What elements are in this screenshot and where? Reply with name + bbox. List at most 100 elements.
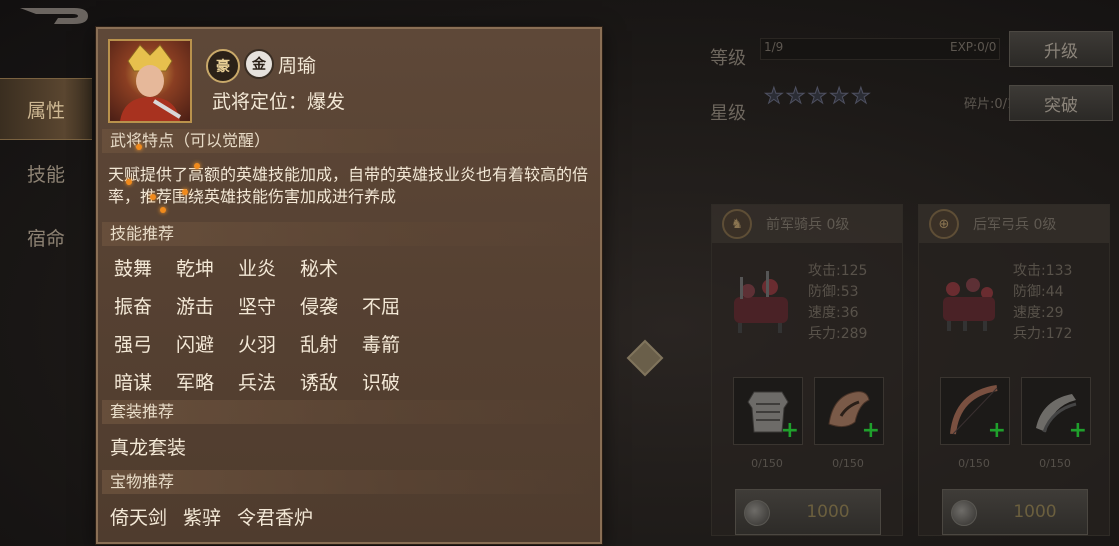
element-badge: 金 [244,49,274,79]
diamond-arrow-icon[interactable] [626,339,664,377]
unit-stats: 攻击:133 防御:44 速度:29 兵力:172 [1013,261,1072,345]
skills-row: 强弓 闪避 火羽 乱射 毒箭 [114,330,424,368]
rank-badge: 豪 [206,49,240,83]
set-header: 套装推荐 [102,400,596,424]
breakthrough-button-label: 突破 [1044,95,1078,116]
hero-info-popup: 豪 金 周瑜 武将定位：爆发 武将特点（可以觉醒） 天赋提供了高额的英雄技能加成… [96,27,602,544]
unit-header: ♞ 前军骑兵 0级 [712,205,902,243]
treasure-list: 倚天剑 紫骍 令君香炉 [110,503,313,530]
equip-count: 0/150 [751,457,783,470]
stat-attack: 攻击:133 [1013,263,1073,279]
stat-attack: 攻击:125 [808,263,868,279]
upgrade-button[interactable]: 升级 [1009,31,1113,67]
upgrade-button-label: 升级 [1044,41,1078,62]
skill-item[interactable]: 业炎 [238,254,300,292]
stat-speed: 速度:36 [808,305,859,321]
traits-header: 武将特点（可以觉醒） [102,129,596,153]
tab-label: 技能 [26,163,65,186]
skill-item[interactable]: 闪避 [176,330,238,368]
equip-count: 0/150 [958,457,990,470]
add-icon: + [987,418,1006,443]
skill-item[interactable]: 振奋 [114,292,176,330]
tab-label: 属性 [26,99,65,122]
star-icon: ★ [764,84,785,110]
skills-row: 振奋 游击 坚守 侵袭 不屈 [114,292,424,330]
skill-item[interactable]: 不屈 [362,292,424,330]
fire-spark-icon [194,163,200,169]
stat-defense: 防御:53 [808,284,859,300]
skill-item[interactable]: 乾坤 [176,254,238,292]
exp-text: EXP:0/0 [950,40,997,54]
train-cost-button[interactable]: 1000 [735,489,881,535]
archer-unit-image [933,267,1003,337]
treasure-header: 宝物推荐 [102,470,596,494]
hero-name: 周瑜 [278,55,317,77]
level-value: 1/9 [764,40,784,54]
star-icon: ★ [829,84,850,110]
horse-icon: ♞ [722,209,752,239]
skill-item[interactable]: 毒箭 [362,330,424,368]
traits-description: 天赋提供了高额的英雄技能加成，自带的英雄技业炎也有着较高的倍率，推荐围绕英雄技能… [108,165,589,206]
skills-grid: 鼓舞 乾坤 业炎 秘术 振奋 游击 坚守 侵袭 不屈 强弓 闪避 火羽 乱射 毒… [114,254,424,406]
treasure-item[interactable]: 令君香炉 [237,503,313,530]
unit-header: ⊕ 后军弓兵 0级 [919,205,1109,243]
back-arrow-icon[interactable] [14,4,94,28]
add-icon: + [861,418,880,443]
fire-spark-icon [150,194,156,200]
star-icon: ★ [850,84,871,110]
skill-item[interactable]: 乱射 [300,330,362,368]
cavalry-unit-image [726,267,796,337]
tab-destiny[interactable]: 宿命 [0,207,92,267]
treasure-item[interactable]: 紫骍 [183,503,221,530]
skill-item[interactable]: 火羽 [238,330,300,368]
treasure-item[interactable]: 倚天剑 [110,503,167,530]
silver-coin-icon [744,500,770,526]
level-label: 等级 [710,48,746,69]
skill-item[interactable]: 坚守 [238,292,300,330]
add-icon: + [780,418,799,443]
silver-coin-icon [951,500,977,526]
add-icon: + [1068,418,1087,443]
fire-spark-icon [136,144,142,150]
equip-slot-armor[interactable]: + [733,377,803,445]
tab-skills[interactable]: 技能 [0,143,92,203]
cost-value: 1000 [1013,502,1057,522]
equip-slot-saddle[interactable]: + [814,377,884,445]
stat-troops: 兵力:289 [808,326,868,342]
tab-label: 宿命 [26,227,65,250]
skill-item[interactable]: 游击 [176,292,238,330]
tab-attributes[interactable]: 属性 [0,78,92,140]
star-rating: ★ ★ ★ ★ ★ [764,84,872,110]
hero-role: 武将定位：爆发 [212,91,346,113]
fire-spark-icon [160,207,166,213]
equip-slot-bow[interactable]: + [940,377,1010,445]
recommended-set[interactable]: 真龙套装 [110,433,186,460]
skill-item[interactable]: 秘术 [300,254,362,292]
star-icon: ★ [807,84,828,110]
archer-icon: ⊕ [929,209,959,239]
unit-name: 后军弓兵 0级 [973,217,1057,233]
stat-troops: 兵力:172 [1013,326,1073,342]
unit-name: 前军骑兵 0级 [766,217,850,233]
unit-card-cavalry: ♞ 前军骑兵 0级 攻击:125 防御:53 速度:36 兵力:289 + + … [711,204,903,536]
star-icon: ★ [785,84,806,110]
equip-count: 0/150 [1039,457,1071,470]
skills-row: 鼓舞 乾坤 业炎 秘术 [114,254,424,292]
breakthrough-button[interactable]: 突破 [1009,85,1113,121]
stat-defense: 防御:44 [1013,284,1064,300]
fire-spark-icon [126,179,132,185]
skill-item[interactable]: 鼓舞 [114,254,176,292]
equip-count: 0/150 [832,457,864,470]
train-cost-button[interactable]: 1000 [942,489,1088,535]
hero-portrait [108,39,192,123]
stat-speed: 速度:29 [1013,305,1064,321]
skills-header: 技能推荐 [102,222,596,246]
fire-spark-icon [182,189,188,195]
unit-card-archer: ⊕ 后军弓兵 0级 攻击:133 防御:44 速度:29 兵力:172 + + … [918,204,1110,536]
cost-value: 1000 [806,502,850,522]
equip-slot-arrows[interactable]: + [1021,377,1091,445]
unit-stats: 攻击:125 防御:53 速度:36 兵力:289 [808,261,867,345]
star-label: 星级 [710,103,746,124]
skill-item[interactable]: 强弓 [114,330,176,368]
skill-item[interactable]: 侵袭 [300,292,362,330]
